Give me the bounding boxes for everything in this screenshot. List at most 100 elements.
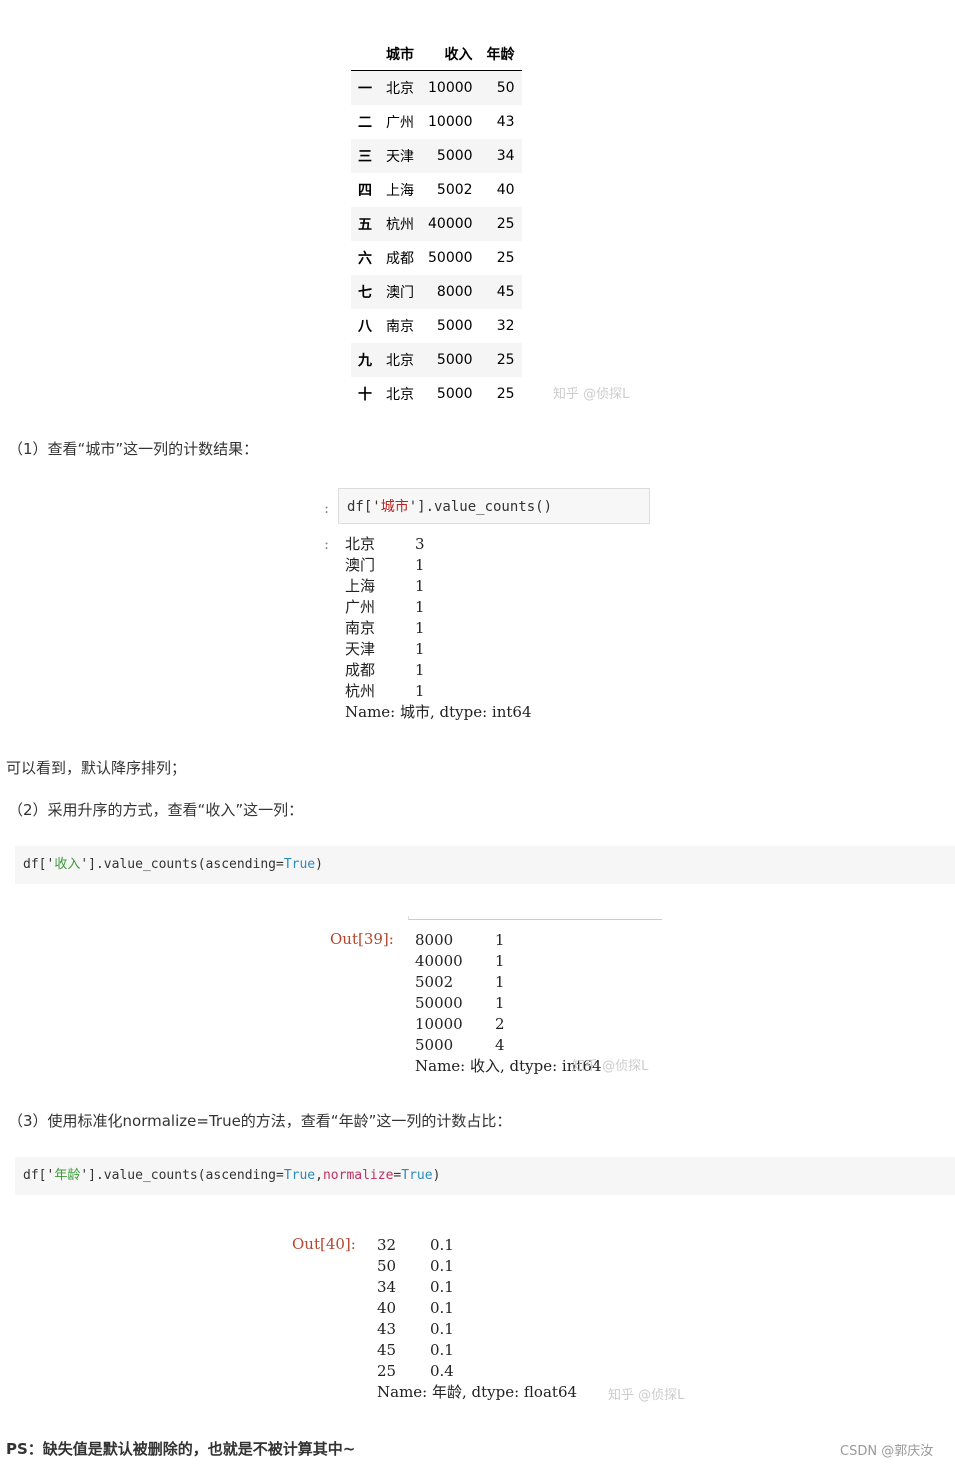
output-key: 40000	[415, 952, 463, 970]
table-cell: 上海	[386, 183, 414, 199]
table-cell: 三	[358, 149, 372, 165]
output-row: 5000 4	[415, 1035, 602, 1056]
output-key: 杭州	[345, 682, 376, 700]
table-cell: 广州	[386, 115, 414, 131]
output-row: 34 0.1	[377, 1277, 577, 1298]
output-value: 0.1	[430, 1236, 454, 1254]
output-value: 1	[415, 661, 425, 679]
output-1: 北京 3 澳门 1 上海 1 广州 1 南京 1 天津 1 成都 1 杭州 1 Name: 城市, dtype:…	[345, 534, 532, 723]
column-header: 收入	[444, 47, 473, 63]
output-row: 北京 3	[345, 534, 532, 555]
output-key: 天津	[345, 640, 376, 658]
output-row: 40000 1	[415, 951, 602, 972]
table-cell: 十	[358, 387, 372, 403]
table-row: 一北京 10000 50	[351, 70, 522, 105]
csdn-credit: CSDN @郭庆汝	[840, 1444, 934, 1459]
note1-text: 可以看到，默认降序排列；	[6, 759, 187, 777]
watermark: 知乎 @侦探L	[572, 1059, 649, 1074]
out-label-40: Out[40]:	[292, 1235, 356, 1253]
column-header	[351, 38, 379, 71]
table-cell: 杭州	[386, 217, 414, 233]
table-cell: 北京	[386, 353, 414, 369]
dataframe-table: 城市 收入 年龄 一北京 10000 50 二广州 10000 43 三天津 5000 34 四上海 5…	[351, 38, 522, 411]
code-cell-1[interactable]: df['城市'].value_counts()	[338, 488, 650, 524]
output-row: 45 0.1	[377, 1340, 577, 1361]
table-cell: 一	[358, 81, 372, 97]
table-cell: 50000	[428, 250, 473, 266]
out-prompt: :	[324, 535, 330, 553]
table-row: 二广州 10000 43	[351, 105, 522, 139]
divider	[408, 916, 662, 920]
table-row: 八南京 5000 32	[351, 309, 522, 343]
table-cell: 40	[496, 182, 515, 198]
output-row: 25 0.4	[377, 1361, 577, 1382]
table-cell: 34	[496, 148, 515, 164]
output-value: 0.1	[430, 1320, 454, 1338]
table-cell: 5000	[436, 318, 473, 334]
table-cell: 5000	[436, 386, 473, 402]
table-cell: 45	[496, 284, 515, 300]
output-key: 34	[377, 1278, 397, 1296]
code-block-3[interactable]: df['年龄'].value_counts(ascending=True,nor…	[15, 1157, 955, 1195]
output-key: 南京	[345, 619, 376, 637]
watermark: 知乎 @侦探L	[608, 1388, 685, 1403]
table-cell: 成都	[386, 251, 414, 267]
table-cell: 八	[358, 319, 372, 335]
table-cell: 七	[358, 285, 372, 301]
output-key: 45	[377, 1341, 397, 1359]
code-block-2[interactable]: df['收入'].value_counts(ascending=True)	[15, 846, 955, 884]
output-key: 澳门	[345, 556, 376, 574]
output-value: 4	[495, 1036, 505, 1054]
table-row: 六成都 50000 25	[351, 241, 522, 275]
table-row: 九北京 5000 25	[351, 343, 522, 377]
step1-text: （1）查看“城市”这一列的计数结果：	[8, 440, 259, 458]
output-key: 32	[377, 1236, 397, 1254]
table-cell: 南京	[386, 319, 414, 335]
output-value: 1	[415, 619, 425, 637]
output-value: 1	[495, 973, 505, 991]
output-value: 1	[495, 952, 505, 970]
table-cell: 40000	[428, 216, 473, 232]
output-key: 上海	[345, 577, 376, 595]
output-row: 10000 2	[415, 1014, 602, 1035]
table-cell: 5000	[436, 148, 473, 164]
table-cell: 25	[496, 216, 515, 232]
output-footer: Name: 城市, dtype: int64	[345, 703, 532, 721]
watermark: 知乎 @侦探L	[553, 387, 630, 402]
output-row: 8000 1	[415, 930, 602, 951]
table-cell: 5000	[436, 352, 473, 368]
column-header: 城市	[386, 47, 414, 63]
table-row: 十北京 5000 25	[351, 377, 522, 411]
output-row: 40 0.1	[377, 1298, 577, 1319]
table-cell: 25	[496, 250, 515, 266]
output-footer: Name: 年龄, dtype: float64	[377, 1383, 578, 1401]
table-cell: 澳门	[386, 285, 414, 301]
output-row: 天津 1	[345, 639, 532, 660]
output-3: 32 0.1 50 0.1 34 0.1 40 0.1 43 0.1 45 0.1 25 0.4 Name:…	[377, 1235, 577, 1403]
output-key: 43	[377, 1320, 397, 1338]
output-value: 1	[415, 556, 425, 574]
table-row: 四上海 5002 40	[351, 173, 522, 207]
output-row: 50 0.1	[377, 1256, 577, 1277]
output-row: 广州 1	[345, 597, 532, 618]
column-header: 年龄	[486, 47, 515, 63]
output-key: 10000	[415, 1015, 463, 1033]
output-key: 50000	[415, 994, 463, 1012]
table-cell: 50	[496, 80, 515, 96]
output-row: 杭州 1	[345, 681, 532, 702]
output-value: 1	[415, 682, 425, 700]
table-cell: 北京	[386, 81, 414, 97]
table-cell: 四	[358, 183, 372, 199]
table-row: 五杭州 40000 25	[351, 207, 522, 241]
table-cell: 5002	[436, 182, 473, 198]
output-value: 2	[495, 1015, 505, 1033]
output-value: 1	[415, 577, 425, 595]
output-value: 1	[495, 931, 505, 949]
table-cell: 天津	[386, 149, 414, 165]
output-row: 32 0.1	[377, 1235, 577, 1256]
step3-text: （3）使用标准化normalize=True的方法，查看“年龄”这一列的计数占比…	[8, 1112, 512, 1130]
output-row: 上海 1	[345, 576, 532, 597]
table-cell: 25	[496, 386, 515, 402]
table-cell: 25	[496, 352, 515, 368]
output-row: 5002 1	[415, 972, 602, 993]
